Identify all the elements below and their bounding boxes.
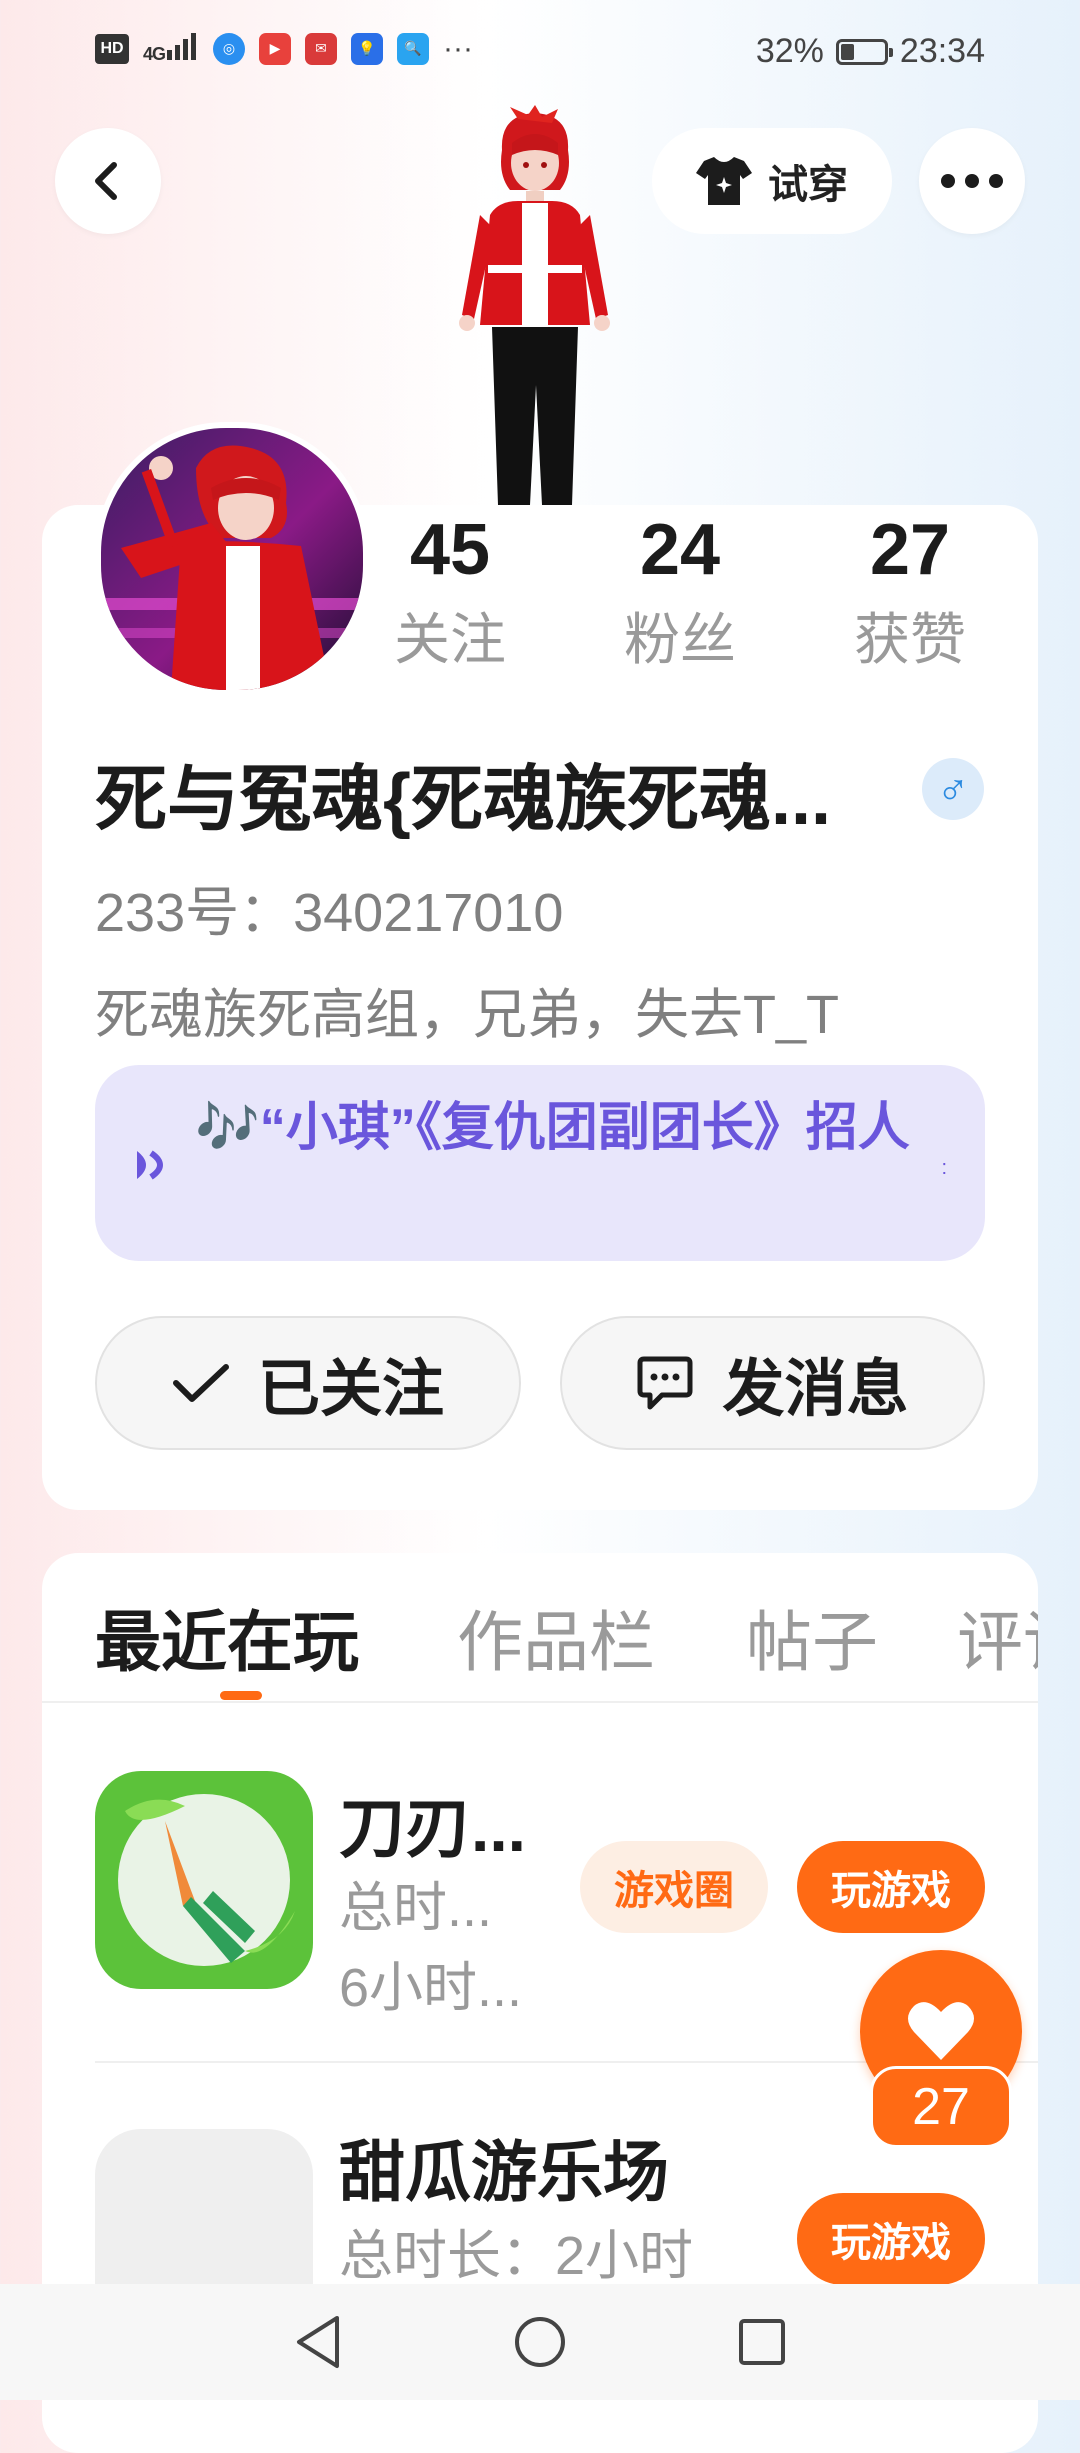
clock: 23:34: [899, 32, 985, 70]
stat-following[interactable]: 45 关注: [370, 505, 530, 676]
user-bio: 死魂族死高组，兄弟，失去T_T: [95, 985, 840, 1045]
followed-button[interactable]: 已关注: [95, 1316, 521, 1450]
huawei-store-icon: ✉: [305, 32, 338, 65]
tab-works[interactable]: 作品栏: [457, 1589, 655, 1685]
try-on-label: 试穿: [768, 163, 848, 207]
tshirt-icon: [696, 157, 752, 205]
profile-stats: 45 关注 24 粉丝 27 获赞: [0, 505, 1080, 685]
game-total-time-label: 总时...: [339, 1878, 493, 1938]
send-message-label: 发消息: [722, 1355, 909, 1424]
game-total-time: 总时长：2小时: [339, 2226, 694, 2286]
more-horizontal-icon: [941, 174, 1003, 188]
chevron-left-icon: [95, 162, 117, 200]
tabs-divider: [42, 1701, 1038, 1703]
back-button[interactable]: [55, 128, 161, 234]
chat-bubble-icon: [637, 1356, 693, 1410]
game-circle-button[interactable]: 游戏圈: [580, 1841, 768, 1933]
system-navigation-bar: [0, 2284, 1080, 2400]
likes-count: 27: [869, 510, 951, 590]
more-options-button[interactable]: [919, 128, 1025, 234]
try-on-button[interactable]: 试穿: [652, 128, 892, 234]
following-label: 关注: [394, 608, 506, 671]
following-count: 45: [409, 510, 491, 590]
video-app-icon: ▶: [259, 32, 292, 65]
status-left: HD 4G ◎ ▶ ✉ 💡 🔍 ···: [95, 32, 473, 65]
recents-square-icon[interactable]: [737, 2317, 787, 2367]
home-circle-icon[interactable]: [513, 2315, 567, 2369]
followers-count: 24: [639, 510, 721, 590]
play-game-button[interactable]: 玩游戏: [797, 2193, 985, 2285]
more-notifications-icon: ···: [443, 31, 473, 65]
battery-fill: [840, 43, 854, 60]
tab-recently-played[interactable]: 最近在玩: [95, 1589, 359, 1685]
search-app-icon: 🔍: [397, 32, 430, 65]
play-game-button[interactable]: 玩游戏: [797, 1841, 985, 1933]
browser-icon: ◎: [213, 32, 246, 65]
username: 死与冤魂{死魂族死魂...: [95, 760, 832, 840]
announcement-banner[interactable]: 🎶“小琪”《复仇团副团长》招人 :: [95, 1065, 985, 1261]
battery-icon: [835, 38, 893, 65]
signal-icon: 4G: [143, 32, 199, 65]
scroll-indicator: :: [941, 1157, 947, 1179]
profile-tabs: 最近在玩 作品栏 帖子 评论: [42, 1553, 1038, 1701]
checkmark-icon: [172, 1364, 229, 1402]
sound-wave-icon: [137, 1150, 163, 1180]
announcement-text: 🎶“小琪”《复仇团副团长》招人: [195, 1099, 910, 1157]
game-title: 甜瓜游乐场: [339, 2135, 669, 2209]
heart-icon: [908, 2002, 974, 2060]
battery-percent: 32%: [755, 32, 824, 70]
tab-comments[interactable]: 评论: [957, 1589, 1038, 1685]
followers-label: 粉丝: [624, 608, 736, 671]
game-play-time: 6小时...: [339, 1958, 523, 2018]
game-icon-blade: [95, 1771, 313, 1989]
tab-posts[interactable]: 帖子: [746, 1589, 878, 1685]
back-triangle-icon[interactable]: [293, 2314, 343, 2370]
hd-indicator: HD: [95, 33, 129, 64]
game-title: 刀刃...: [339, 1791, 527, 1865]
followed-label: 已关注: [257, 1355, 444, 1424]
status-bar: HD 4G ◎ ▶ ✉ 💡 🔍 ··· 32% 23:34: [0, 0, 1080, 105]
likes-label: 获赞: [854, 608, 966, 671]
avatar-character-3d[interactable]: [440, 105, 630, 505]
stat-likes[interactable]: 27 获赞: [830, 505, 990, 676]
male-gender-icon: ♂: [922, 758, 984, 820]
tips-icon: 💡: [351, 32, 384, 65]
active-tab-indicator: [220, 1691, 262, 1700]
user-id: 233号：340217010: [95, 883, 564, 943]
stat-followers[interactable]: 24 粉丝: [600, 505, 760, 676]
status-right: 32% 23:34: [756, 32, 985, 71]
send-message-button[interactable]: 发消息: [560, 1316, 985, 1450]
like-count: 27: [870, 2066, 1012, 2148]
